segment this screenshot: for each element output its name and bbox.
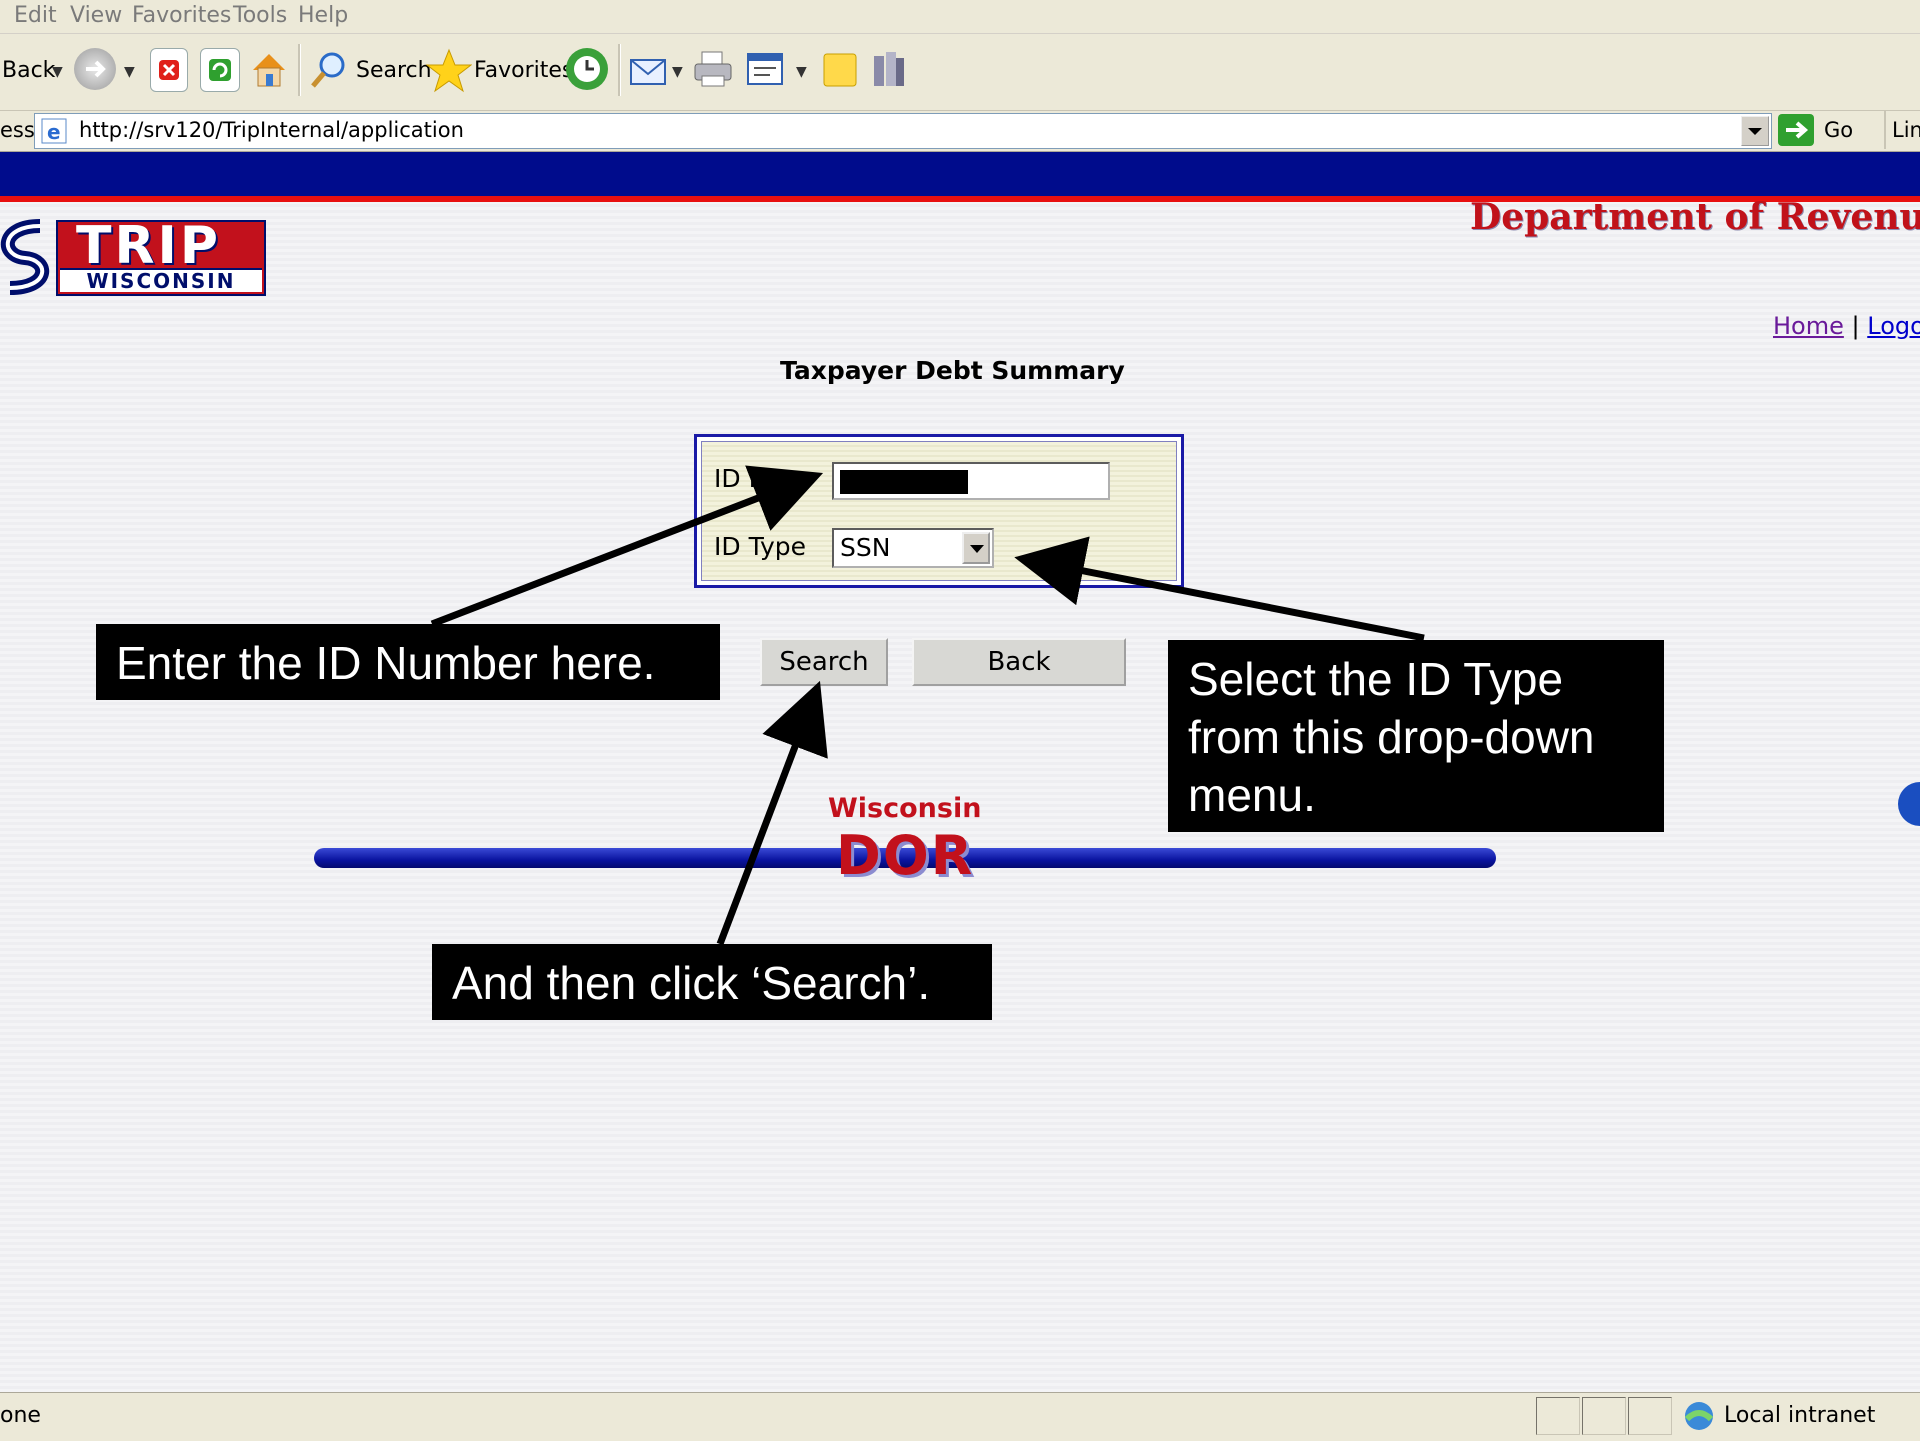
security-zone: Local intranet bbox=[1724, 1403, 1876, 1428]
status-cell bbox=[1536, 1397, 1580, 1435]
status-text: one bbox=[0, 1403, 41, 1428]
arrow-to-search bbox=[716, 680, 828, 946]
arrow-to-id-input bbox=[430, 465, 824, 628]
intranet-globe-icon bbox=[1684, 1402, 1714, 1430]
status-bar: one Local intranet bbox=[0, 1392, 1920, 1441]
arrow-to-id-type bbox=[1014, 536, 1425, 642]
callout-search: And then click ‘Search’. bbox=[432, 944, 992, 1020]
status-cell bbox=[1628, 1397, 1672, 1435]
callout-id-number: Enter the ID Number here. bbox=[96, 624, 720, 700]
callout-id-type: Select the ID Type from this drop-down m… bbox=[1168, 640, 1664, 832]
status-cell bbox=[1582, 1397, 1626, 1435]
